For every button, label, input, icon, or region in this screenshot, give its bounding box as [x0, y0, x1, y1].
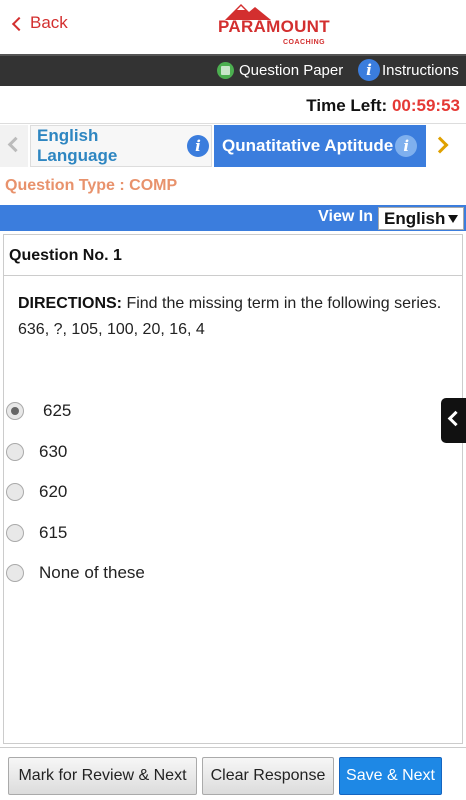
tabs-scroll-right-button[interactable]	[426, 125, 466, 167]
question-series: 636, ?, 105, 100, 20, 16, 4	[18, 321, 205, 338]
timer-bar: Time Left: 00:59:53	[0, 88, 466, 124]
tab-label: English Language	[37, 126, 118, 165]
clear-response-button[interactable]: Clear Response	[202, 757, 334, 795]
tab-quantitative-aptitude[interactable]: Qunatitative Aptitude i	[214, 125, 426, 167]
info-icon[interactable]: i	[395, 135, 418, 157]
question-paper-label: Question Paper	[239, 62, 344, 79]
tab-english-language[interactable]: English Language i	[30, 125, 212, 167]
logo-subtext: COACHING	[283, 39, 326, 46]
back-label: Back	[30, 13, 68, 32]
chevron-left-icon	[11, 16, 27, 31]
question-paper-button[interactable]: Question Paper	[217, 62, 343, 79]
mark-for-review-button[interactable]: Mark for Review & Next	[8, 757, 197, 795]
view-in-label: View In	[318, 208, 373, 225]
option-5[interactable]: None of these	[6, 563, 145, 583]
caret-down-icon	[448, 215, 458, 223]
question-paper-icon	[217, 62, 234, 79]
question-panel: Question No. 1 DIRECTIONS: Find the miss…	[3, 234, 463, 744]
option-4[interactable]: 615	[6, 523, 67, 543]
language-select-value: English	[384, 208, 446, 228]
time-left: Time Left: 00:59:53	[306, 96, 460, 116]
option-1[interactable]: 625	[6, 401, 71, 421]
option-label: 630	[39, 442, 68, 461]
question-type: Question Type : COMP	[5, 177, 178, 194]
chevron-left-icon	[447, 410, 464, 427]
radio-button[interactable]	[6, 524, 24, 542]
chevron-right-icon	[431, 136, 449, 154]
paramount-logo: PARAMOUNT COACHING	[215, 2, 335, 50]
time-left-label: Time Left:	[306, 96, 392, 115]
back-button[interactable]: Back	[11, 13, 68, 33]
action-bar: Mark for Review & Next Clear Response Sa…	[0, 747, 466, 800]
time-left-value: 00:59:53	[391, 96, 460, 115]
app-header: Back PARAMOUNT COACHING	[0, 0, 466, 54]
instructions-label: Instructions	[382, 61, 459, 79]
logo-text: PARAMOUNT	[218, 17, 330, 36]
directions-label: DIRECTIONS:	[18, 295, 122, 312]
option-label: 625	[43, 401, 72, 420]
question-number: Question No. 1	[4, 235, 462, 276]
question-text: DIRECTIONS: Find the missing term in the…	[18, 291, 458, 343]
info-icon: i	[358, 59, 380, 81]
radio-button[interactable]	[6, 483, 24, 501]
tabs-scroll-left-button[interactable]	[0, 125, 28, 167]
radio-button-selected[interactable]	[6, 402, 24, 420]
chevron-left-icon	[7, 136, 24, 153]
radio-button[interactable]	[6, 443, 24, 461]
exam-toolbar: Question Paper i Instructions	[0, 54, 466, 86]
directions-text: Find the missing term in the following s…	[122, 295, 442, 312]
save-next-button[interactable]: Save & Next	[339, 757, 442, 795]
language-select[interactable]: English	[378, 207, 464, 230]
info-icon[interactable]: i	[187, 135, 209, 157]
instructions-button[interactable]: i Instructions	[358, 59, 459, 81]
option-3[interactable]: 620	[6, 482, 67, 502]
radio-button[interactable]	[6, 564, 24, 582]
tab-label: Qunatitative Aptitude	[222, 136, 394, 155]
subject-tabs: English Language i Qunatitative Aptitude…	[0, 125, 466, 167]
option-2[interactable]: 630	[6, 442, 67, 462]
option-label: None of these	[39, 563, 145, 582]
option-label: 615	[39, 523, 68, 542]
view-in-bar: View In English	[0, 205, 466, 231]
question-palette-toggle[interactable]	[441, 398, 466, 443]
option-label: 620	[39, 482, 68, 501]
